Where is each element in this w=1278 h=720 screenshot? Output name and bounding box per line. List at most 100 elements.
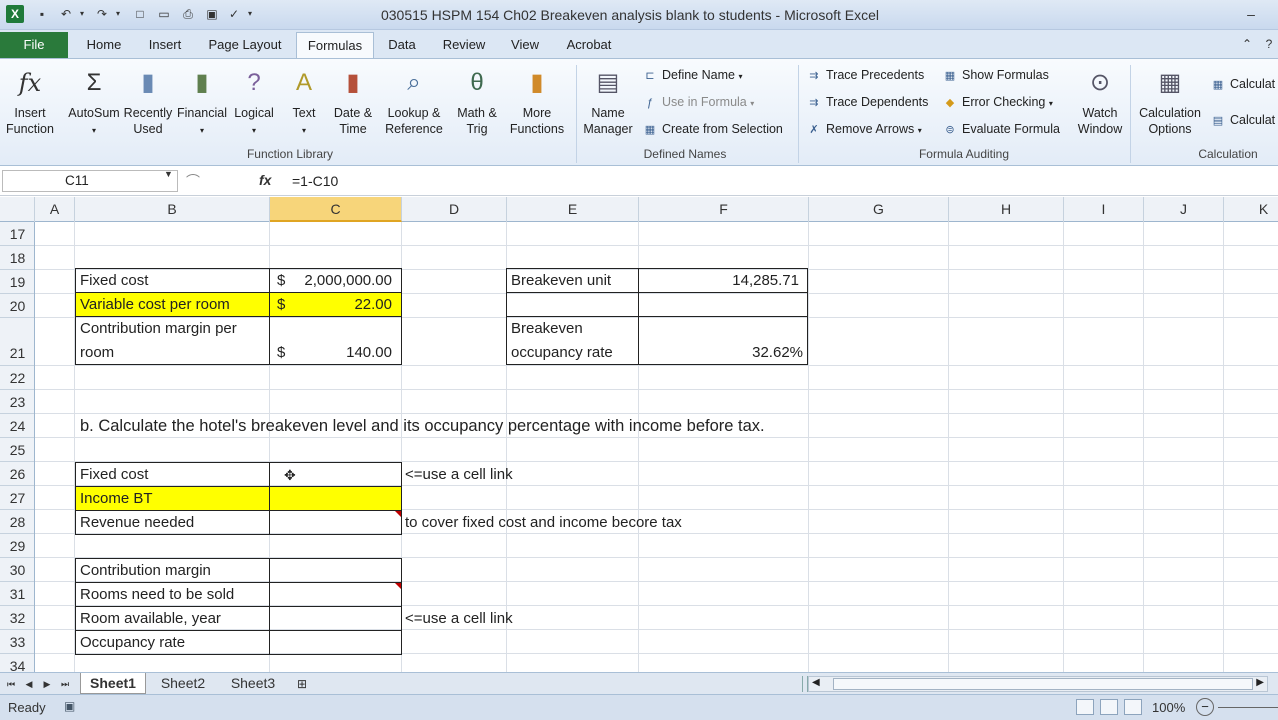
tab-page-layout[interactable]: Page Layout	[200, 32, 290, 58]
financial-button[interactable]: ▮ Financial ▾	[174, 65, 230, 139]
cell-b28[interactable]: Revenue needed	[77, 511, 197, 535]
excel-logo-icon[interactable]: X	[6, 5, 24, 23]
more-functions-button[interactable]: ▮ More Functions	[504, 65, 570, 137]
use-in-formula-button[interactable]: ƒ Use in Formula ▾	[642, 92, 754, 112]
cell-e21-line1[interactable]: Breakeven	[508, 317, 586, 341]
column-header-a[interactable]: A	[35, 197, 75, 222]
row-header-23[interactable]: 23	[0, 390, 34, 414]
last-sheet-icon[interactable]: ⏭	[58, 676, 72, 692]
autosum-button[interactable]: Σ AutoSum ▾	[64, 65, 124, 139]
calculation-options-button[interactable]: ▦ Calculation Options	[1134, 65, 1206, 137]
column-header-f[interactable]: F	[639, 197, 809, 222]
logical-button[interactable]: ? Logical ▾	[230, 65, 278, 139]
comment-indicator-icon[interactable]	[395, 511, 401, 517]
tab-data[interactable]: Data	[382, 32, 422, 58]
cell-b20[interactable]: Variable cost per room	[77, 293, 233, 317]
horizontal-scrollbar[interactable]: ◀ ▶	[808, 676, 1268, 692]
row-header-28[interactable]: 28	[0, 510, 34, 534]
customize-toolbar-icon[interactable]: ▾	[242, 6, 258, 22]
scroll-right-icon[interactable]: ▶	[1256, 677, 1264, 688]
column-header-i[interactable]: I	[1064, 197, 1144, 222]
sheet-tab-sheet1[interactable]: Sheet1	[80, 673, 146, 694]
prev-sheet-icon[interactable]: ◀	[22, 676, 36, 692]
chevron-down-icon[interactable]: ▼	[164, 169, 173, 179]
cell-e19[interactable]: Breakeven unit	[508, 269, 614, 293]
cell-d28[interactable]: to cover fixed cost and income becore ta…	[402, 511, 685, 535]
cell-d32[interactable]: <=use a cell link	[402, 607, 516, 631]
tab-acrobat[interactable]: Acrobat	[558, 32, 620, 58]
comment-indicator-icon[interactable]	[395, 583, 401, 589]
minimize-ribbon-icon[interactable]: ⌃	[1236, 34, 1258, 54]
zoom-level[interactable]: 100%	[1152, 700, 1185, 715]
scroll-left-icon[interactable]: ◀	[812, 677, 820, 688]
math-trig-button[interactable]: θ Math & Trig	[452, 65, 502, 137]
tab-home[interactable]: Home	[78, 32, 130, 58]
cell-f19[interactable]: 14,285.71	[639, 269, 802, 293]
macro-record-icon[interactable]: ▣	[64, 699, 75, 713]
lookup-reference-button[interactable]: ⌕ Lookup & Reference	[380, 65, 448, 137]
cell-c20[interactable]: 22.00	[269, 293, 395, 317]
row-header-24[interactable]: 24	[0, 414, 34, 438]
select-all-corner[interactable]	[0, 197, 35, 222]
row-header-18[interactable]: 18	[0, 246, 34, 270]
cell-d26[interactable]: <=use a cell link	[402, 463, 516, 487]
help-icon[interactable]: ?	[1258, 34, 1278, 54]
date-time-button[interactable]: ▮ Date & Time	[328, 65, 378, 137]
recently-used-button[interactable]: ▮ Recently Used	[122, 65, 174, 137]
undo-dropdown-icon[interactable]: ▾	[74, 6, 90, 22]
tab-formulas[interactable]: Formulas	[296, 32, 374, 58]
cell-b19[interactable]: Fixed cost	[77, 269, 151, 293]
row-header-21[interactable]: 21	[0, 318, 34, 366]
first-sheet-icon[interactable]: ⏮	[4, 676, 18, 692]
row-header-26[interactable]: 26	[0, 462, 34, 486]
spelling-icon[interactable]: ✓	[226, 6, 242, 22]
formula-input[interactable]: =1-C10	[292, 171, 338, 191]
save-icon[interactable]: ▪	[34, 6, 50, 22]
normal-view-icon[interactable]	[1076, 699, 1094, 715]
row-header-34[interactable]: 34	[0, 654, 34, 672]
create-from-selection-button[interactable]: ▦ Create from Selection	[642, 119, 783, 139]
name-box[interactable]: C11	[2, 170, 178, 192]
horizontal-scroll-thumb[interactable]	[833, 678, 1253, 690]
row-header-25[interactable]: 25	[0, 438, 34, 462]
column-header-d[interactable]: D	[402, 197, 507, 222]
row-header-32[interactable]: 32	[0, 606, 34, 630]
error-checking-button[interactable]: ◆ Error Checking ▾	[942, 92, 1053, 112]
row-header-20[interactable]: 20	[0, 294, 34, 318]
cell-b31[interactable]: Rooms need to be sold	[77, 583, 237, 607]
sheet-tab-sheet2[interactable]: Sheet2	[152, 673, 214, 694]
row-header-31[interactable]: 31	[0, 582, 34, 606]
column-header-h[interactable]: H	[949, 197, 1064, 222]
tab-view[interactable]: View	[504, 32, 546, 58]
zoom-out-icon[interactable]: −	[1196, 698, 1214, 716]
open-icon[interactable]: ▭	[156, 6, 172, 22]
sheet-tab-sheet3[interactable]: Sheet3	[222, 673, 284, 694]
cell-b27[interactable]: Income BT	[77, 487, 156, 511]
tab-review[interactable]: Review	[436, 32, 492, 58]
insert-function-icon[interactable]: fx	[259, 172, 271, 188]
row-header-19[interactable]: 19	[0, 270, 34, 294]
show-formulas-button[interactable]: ▦ Show Formulas	[942, 65, 1049, 85]
column-header-c[interactable]: C	[270, 197, 402, 222]
column-header-e[interactable]: E	[507, 197, 639, 222]
cell-b21-line1[interactable]: Contribution margin per	[77, 317, 240, 341]
undo-icon[interactable]: ↶	[58, 6, 74, 22]
next-sheet-icon[interactable]: ▶	[40, 676, 54, 692]
cell-b24[interactable]: b. Calculate the hotel's breakeven level…	[77, 414, 768, 438]
page-layout-view-icon[interactable]	[1100, 699, 1118, 715]
trace-dependents-button[interactable]: ⇉ Trace Dependents	[806, 92, 928, 112]
cell-c19[interactable]: 2,000,000.00	[269, 269, 395, 293]
new-icon[interactable]: □	[132, 6, 148, 22]
calculate-sheet-button[interactable]: ▤ Calculat	[1210, 110, 1275, 130]
print-preview-icon[interactable]: ▣	[204, 6, 220, 22]
column-header-k[interactable]: K	[1224, 197, 1278, 222]
row-header-22[interactable]: 22	[0, 366, 34, 390]
column-header-b[interactable]: B	[75, 197, 270, 222]
name-manager-button[interactable]: ▤ Name Manager	[580, 65, 636, 137]
define-name-button[interactable]: ⊏ Define Name ▾	[642, 65, 742, 85]
row-header-27[interactable]: 27	[0, 486, 34, 510]
row-header-17[interactable]: 17	[0, 222, 34, 246]
cell-f21[interactable]: 32.62%	[639, 341, 806, 365]
page-break-view-icon[interactable]	[1124, 699, 1142, 715]
row-header-30[interactable]: 30	[0, 558, 34, 582]
